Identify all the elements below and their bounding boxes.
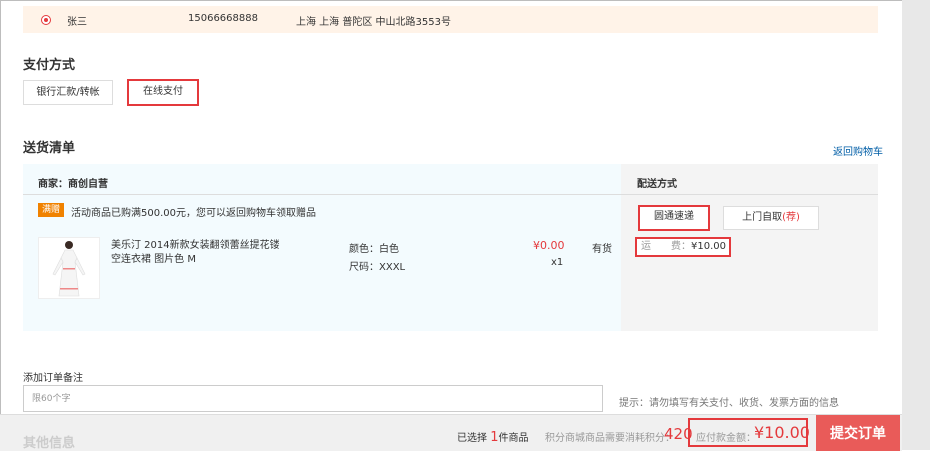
shipping-option-yto[interactable]: 圆通速递 xyxy=(638,205,710,231)
back-to-cart-link[interactable]: 返回购物车 xyxy=(833,143,883,158)
delivery-list-header xyxy=(23,164,878,195)
shipping-option-pickup[interactable]: 上门自取(荐) xyxy=(723,206,819,230)
product-size: 尺码：XXXL xyxy=(349,262,406,273)
shipping-fee-value: ¥10.00 xyxy=(691,241,726,252)
delivery-title: 送货清单 xyxy=(23,141,76,156)
selected-prefix: 已选择 xyxy=(457,433,487,444)
remark-label: 添加订单备注 xyxy=(23,373,83,384)
pay-option-online[interactable]: 在线支付 xyxy=(127,79,199,106)
selected-count: 已选择 1件商品 xyxy=(457,429,528,445)
shipping-fee-label: 运 费： xyxy=(641,241,691,252)
payment-title: 支付方式 xyxy=(23,58,76,73)
pickup-recommend-tag: (荐) xyxy=(782,212,800,223)
product-color: 颜色：白色 xyxy=(349,244,399,255)
delivery-list: 商家：商创自营 配送方式 满赠 活动商品已购满500.00元，您可以返回购物车领… xyxy=(23,164,878,331)
radio-selected-icon[interactable] xyxy=(41,15,51,25)
product-qty: x1 xyxy=(551,257,564,268)
other-info-title: 其他信息 xyxy=(23,436,76,451)
product-thumbnail[interactable] xyxy=(38,237,100,299)
total-label: 应付款金额： xyxy=(696,433,756,444)
shipping-fee: 运 费：¥10.00 xyxy=(635,237,731,257)
pickup-label: 上门自取 xyxy=(742,212,783,223)
promo-text: 活动商品已购满500.00元，您可以返回购物车领取赠品 xyxy=(71,208,316,219)
product-stock: 有货 xyxy=(592,244,612,255)
points-label: 积分商城商品需要消耗积分： xyxy=(545,433,675,444)
pay-option-bank-transfer[interactable]: 银行汇款/转帐 xyxy=(23,80,113,105)
total-value: ¥10.00 xyxy=(754,423,810,442)
address-row[interactable]: 张三 15066668888 上海 上海 普陀区 中山北路3553号 xyxy=(23,6,878,33)
address-name: 张三 xyxy=(67,17,87,28)
shipping-header: 配送方式 xyxy=(637,179,677,190)
scrollbar[interactable] xyxy=(902,0,930,450)
selected-suffix: 件商品 xyxy=(498,433,529,444)
address-location: 上海 上海 普陀区 中山北路3553号 xyxy=(296,17,451,28)
seller-name: 商家：商创自营 xyxy=(38,179,108,190)
order-summary-bar: 其他信息 已选择 1件商品 积分商城商品需要消耗积分： 420 应付款金额： ¥… xyxy=(0,414,902,451)
remark-input[interactable] xyxy=(23,385,603,412)
product-name[interactable]: 美乐汀 2014新款女装翻领蕾丝提花镂空连衣裙 图片色 M xyxy=(111,239,286,267)
address-phone: 15066668888 xyxy=(188,13,258,24)
product-price: ¥0.00 xyxy=(533,239,565,252)
submit-order-button[interactable]: 提交订单 xyxy=(816,415,900,451)
dress-image-icon xyxy=(39,238,99,298)
promo-badge: 满赠 xyxy=(38,203,65,217)
total-amount: 应付款金额： ¥10.00 xyxy=(688,418,810,447)
remark-hint: 提示：请勿填写有关支付、收货、发票方面的信息 xyxy=(619,398,839,409)
